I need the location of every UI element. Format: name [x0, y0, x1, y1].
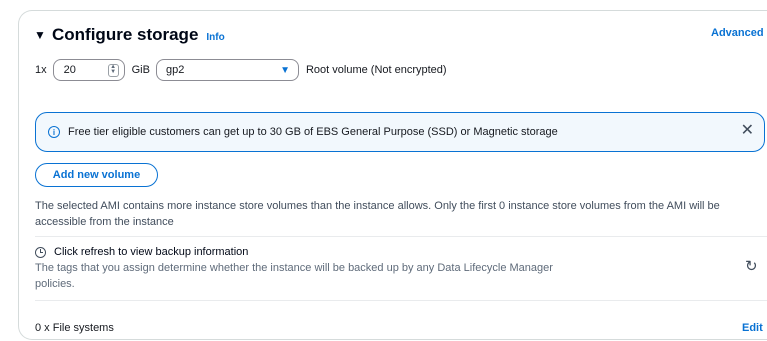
- configure-storage-panel: ▼ Configure storage Info Advanced 1x 20 …: [18, 10, 767, 340]
- volume-size-input[interactable]: 20 ▲ ▼: [52, 59, 125, 81]
- root-volume-label: Root volume (Not encrypted): [305, 64, 447, 76]
- volume-type-value: gp2: [165, 64, 185, 76]
- ami-instance-store-note: The selected AMI contains more instance …: [35, 200, 720, 228]
- backup-title: Click refresh to view backup information: [54, 246, 249, 258]
- backup-info-row: Click refresh to view backup information…: [35, 246, 767, 292]
- volume-multiplier: 1x: [35, 64, 47, 76]
- refresh-icon[interactable]: ↻: [745, 257, 758, 275]
- divider: [35, 236, 767, 237]
- backup-title-row: Click refresh to view backup information: [35, 246, 767, 258]
- edit-file-systems-link[interactable]: Edit: [742, 322, 763, 334]
- volume-size-unit: GiB: [131, 64, 150, 76]
- section-header: ▼ Configure storage Info: [34, 25, 225, 45]
- section-title: Configure storage: [52, 25, 199, 44]
- root-volume-row: 1x 20 ▲ ▼ GiB gp2 ▼ Root volume (Not enc…: [35, 59, 447, 81]
- info-circle-icon: i: [48, 126, 60, 138]
- caret-down-icon[interactable]: ▼: [34, 28, 52, 42]
- alert-text: Free tier eligible customers can get up …: [68, 126, 558, 138]
- stepper-down-icon[interactable]: ▼: [110, 69, 116, 75]
- clock-icon: [35, 246, 46, 258]
- volume-size-value: 20: [63, 64, 76, 76]
- caret-down-icon: ▼: [280, 64, 290, 76]
- close-icon[interactable]: ✕: [741, 122, 754, 140]
- free-tier-alert: i Free tier eligible customers can get u…: [35, 112, 765, 152]
- size-stepper[interactable]: ▲ ▼: [107, 63, 119, 77]
- volume-type-select[interactable]: gp2 ▼: [155, 59, 299, 81]
- info-link[interactable]: Info: [206, 32, 224, 43]
- advanced-link[interactable]: Advanced: [711, 27, 764, 39]
- divider: [35, 300, 767, 301]
- file-systems-label: 0 x File systems: [35, 322, 114, 334]
- backup-description: The tags that you assign determine wheth…: [35, 262, 553, 290]
- add-new-volume-button[interactable]: Add new volume: [35, 163, 158, 187]
